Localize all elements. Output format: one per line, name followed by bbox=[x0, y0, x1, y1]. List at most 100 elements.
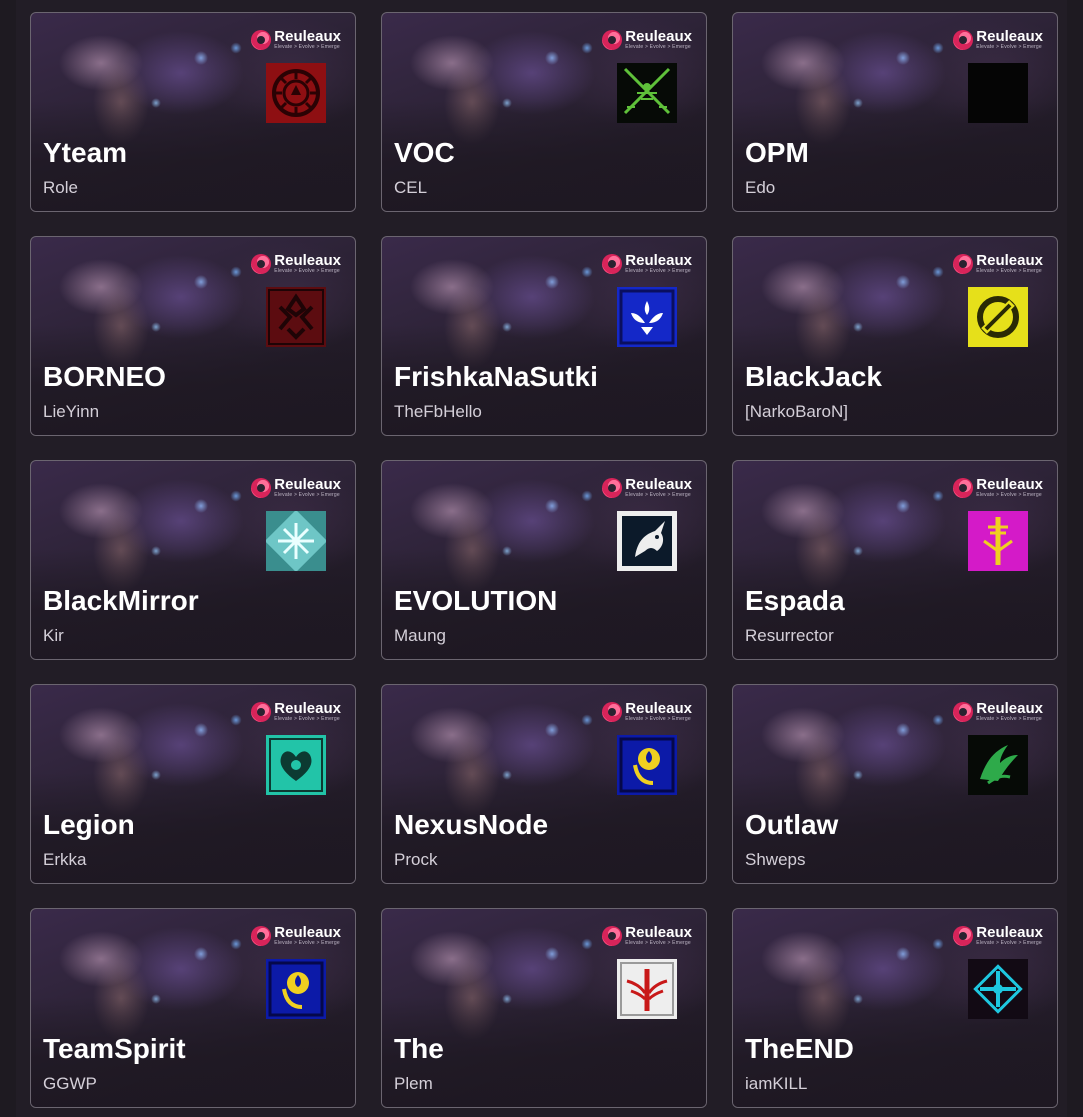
brand-name: Reuleaux bbox=[976, 924, 1043, 941]
brand-tagline: Elevate > Evolve > Emerge bbox=[625, 268, 691, 274]
reuleaux-logo: Reuleaux Elevate > Evolve > Emerge bbox=[251, 477, 341, 498]
brand-tagline: Elevate > Evolve > Emerge bbox=[274, 492, 340, 498]
brand-tagline: Elevate > Evolve > Emerge bbox=[274, 716, 340, 722]
team-card[interactable]: Reuleaux Elevate > Evolve > Emerge EVOLUTI… bbox=[381, 460, 707, 660]
team-card[interactable]: Reuleaux Elevate > Evolve > Emerge BlackJa… bbox=[732, 236, 1058, 436]
brand-tagline: Elevate > Evolve > Emerge bbox=[274, 44, 340, 50]
brand-tagline: Elevate > Evolve > Emerge bbox=[274, 940, 340, 946]
brand-tagline: Elevate > Evolve > Emerge bbox=[625, 716, 691, 722]
reuleaux-logo: Reuleaux Elevate > Evolve > Emerge bbox=[602, 253, 692, 274]
team-captain: GGWP bbox=[43, 1074, 97, 1093]
team-name: BORNEO bbox=[43, 361, 166, 392]
team-captain: LieYinn bbox=[43, 402, 100, 421]
reuleaux-logo-text: Reuleaux Elevate > Evolve > Emerge bbox=[274, 701, 341, 722]
reuleaux-logo-text: Reuleaux Elevate > Evolve > Emerge bbox=[274, 477, 341, 498]
team-card[interactable]: Reuleaux Elevate > Evolve > Emerge Legion E… bbox=[30, 684, 356, 884]
team-name: BlackJack bbox=[745, 361, 883, 392]
team-captain: Kir bbox=[43, 626, 64, 645]
team-card[interactable]: Reuleaux Elevate > Evolve > Emerge TeamSpi… bbox=[30, 908, 356, 1108]
team-card[interactable]: Reuleaux Elevate > Evolve > Emerge OPM Edo bbox=[732, 12, 1058, 212]
brand-name: Reuleaux bbox=[976, 28, 1043, 45]
team-card[interactable]: Reuleaux Elevate > Evolve > Emerge Frishka… bbox=[381, 236, 707, 436]
reuleaux-logo: Reuleaux Elevate > Evolve > Emerge bbox=[602, 701, 692, 722]
reuleaux-logo-icon bbox=[953, 29, 974, 50]
team-captain: Role bbox=[43, 178, 78, 197]
blue-phoenix-emblem-icon bbox=[617, 287, 677, 347]
brand-name: Reuleaux bbox=[625, 476, 692, 493]
dark-red-tribal-emblem-icon bbox=[266, 287, 326, 347]
reuleaux-logo-text: Reuleaux Elevate > Evolve > Emerge bbox=[976, 29, 1043, 50]
reuleaux-logo-icon bbox=[953, 253, 974, 274]
reuleaux-logo-icon bbox=[251, 477, 272, 498]
team-card[interactable]: Reuleaux Elevate > Evolve > Emerge The Plem bbox=[381, 908, 707, 1108]
reuleaux-logo-text: Reuleaux Elevate > Evolve > Emerge bbox=[625, 253, 692, 274]
team-card[interactable]: Reuleaux Elevate > Evolve > Emerge Espada R… bbox=[732, 460, 1058, 660]
brand-name: Reuleaux bbox=[625, 924, 692, 941]
reuleaux-logo: Reuleaux Elevate > Evolve > Emerge bbox=[953, 701, 1043, 722]
team-card[interactable]: Reuleaux Elevate > Evolve > Emerge BORNEO L… bbox=[30, 236, 356, 436]
brand-tagline: Elevate > Evolve > Emerge bbox=[274, 268, 340, 274]
reuleaux-logo: Reuleaux Elevate > Evolve > Emerge bbox=[953, 477, 1043, 498]
team-captain: Edo bbox=[745, 178, 776, 197]
team-name: FrishkaNaSutki bbox=[394, 361, 598, 392]
page-background: Reuleaux Elevate > Evolve > Emerge Yteam Ro… bbox=[16, 0, 1067, 1117]
reuleaux-logo: Reuleaux Elevate > Evolve > Emerge bbox=[251, 29, 341, 50]
turquoise-heart-emblem-icon bbox=[266, 735, 326, 795]
brand-name: Reuleaux bbox=[274, 252, 341, 269]
teal-crystal-emblem-icon bbox=[266, 511, 326, 571]
team-name: Outlaw bbox=[745, 809, 839, 840]
white-unicorn-emblem-icon bbox=[617, 511, 677, 571]
team-name: NexusNode bbox=[394, 809, 549, 840]
team-name: EVOLUTION bbox=[394, 585, 558, 616]
team-name: Espada bbox=[745, 585, 845, 616]
reuleaux-logo-text: Reuleaux Elevate > Evolve > Emerge bbox=[625, 925, 692, 946]
brand-name: Reuleaux bbox=[976, 252, 1043, 269]
team-name: TeamSpirit bbox=[43, 1033, 186, 1064]
reuleaux-logo-icon bbox=[953, 477, 974, 498]
blue-yellow-rose-emblem-icon bbox=[617, 735, 677, 795]
green-crossed-swords-emblem-icon bbox=[617, 63, 677, 123]
team-captain: Prock bbox=[394, 850, 438, 869]
reuleaux-logo-text: Reuleaux Elevate > Evolve > Emerge bbox=[625, 477, 692, 498]
team-card[interactable]: Reuleaux Elevate > Evolve > Emerge Yteam Ro… bbox=[30, 12, 356, 212]
reuleaux-logo-icon bbox=[602, 253, 623, 274]
reuleaux-logo-icon bbox=[251, 925, 272, 946]
brand-name: Reuleaux bbox=[625, 252, 692, 269]
team-card[interactable]: Reuleaux Elevate > Evolve > Emerge VOC CEL bbox=[381, 12, 707, 212]
reuleaux-logo-icon bbox=[251, 253, 272, 274]
red-winged-sword-emblem-icon bbox=[617, 959, 677, 1019]
brand-tagline: Elevate > Evolve > Emerge bbox=[625, 940, 691, 946]
brand-tagline: Elevate > Evolve > Emerge bbox=[976, 44, 1042, 50]
brand-name: Reuleaux bbox=[274, 700, 341, 717]
team-name: VOC bbox=[394, 137, 455, 168]
brand-name: Reuleaux bbox=[625, 28, 692, 45]
reuleaux-logo-icon bbox=[602, 29, 623, 50]
team-captain: Plem bbox=[394, 1074, 433, 1093]
team-captain: Resurrector bbox=[745, 626, 834, 645]
brand-name: Reuleaux bbox=[274, 28, 341, 45]
reuleaux-logo: Reuleaux Elevate > Evolve > Emerge bbox=[251, 925, 341, 946]
team-card[interactable]: Reuleaux Elevate > Evolve > Emerge BlackMi… bbox=[30, 460, 356, 660]
brand-tagline: Elevate > Evolve > Emerge bbox=[976, 268, 1042, 274]
brand-tagline: Elevate > Evolve > Emerge bbox=[625, 44, 691, 50]
brand-name: Reuleaux bbox=[625, 700, 692, 717]
team-card[interactable]: Reuleaux Elevate > Evolve > Emerge TheEND i… bbox=[732, 908, 1058, 1108]
brand-name: Reuleaux bbox=[976, 476, 1043, 493]
brand-name: Reuleaux bbox=[274, 924, 341, 941]
reuleaux-logo-text: Reuleaux Elevate > Evolve > Emerge bbox=[274, 253, 341, 274]
reuleaux-logo-icon bbox=[953, 925, 974, 946]
team-captain: Maung bbox=[394, 626, 446, 645]
reuleaux-logo-text: Reuleaux Elevate > Evolve > Emerge bbox=[274, 29, 341, 50]
brand-tagline: Elevate > Evolve > Emerge bbox=[625, 492, 691, 498]
reuleaux-logo: Reuleaux Elevate > Evolve > Emerge bbox=[953, 29, 1043, 50]
reuleaux-logo: Reuleaux Elevate > Evolve > Emerge bbox=[602, 477, 692, 498]
team-card[interactable]: Reuleaux Elevate > Evolve > Emerge NexusNo… bbox=[381, 684, 707, 884]
team-card[interactable]: Reuleaux Elevate > Evolve > Emerge Outlaw S… bbox=[732, 684, 1058, 884]
reuleaux-logo-text: Reuleaux Elevate > Evolve > Emerge bbox=[976, 701, 1043, 722]
yellow-blade-emblem-icon bbox=[968, 287, 1028, 347]
green-wings-emblem-icon bbox=[968, 735, 1028, 795]
red-gear-emblem-icon bbox=[266, 63, 326, 123]
magenta-sword-emblem-icon bbox=[968, 511, 1028, 571]
reuleaux-logo-icon bbox=[953, 701, 974, 722]
reuleaux-logo-icon bbox=[602, 477, 623, 498]
